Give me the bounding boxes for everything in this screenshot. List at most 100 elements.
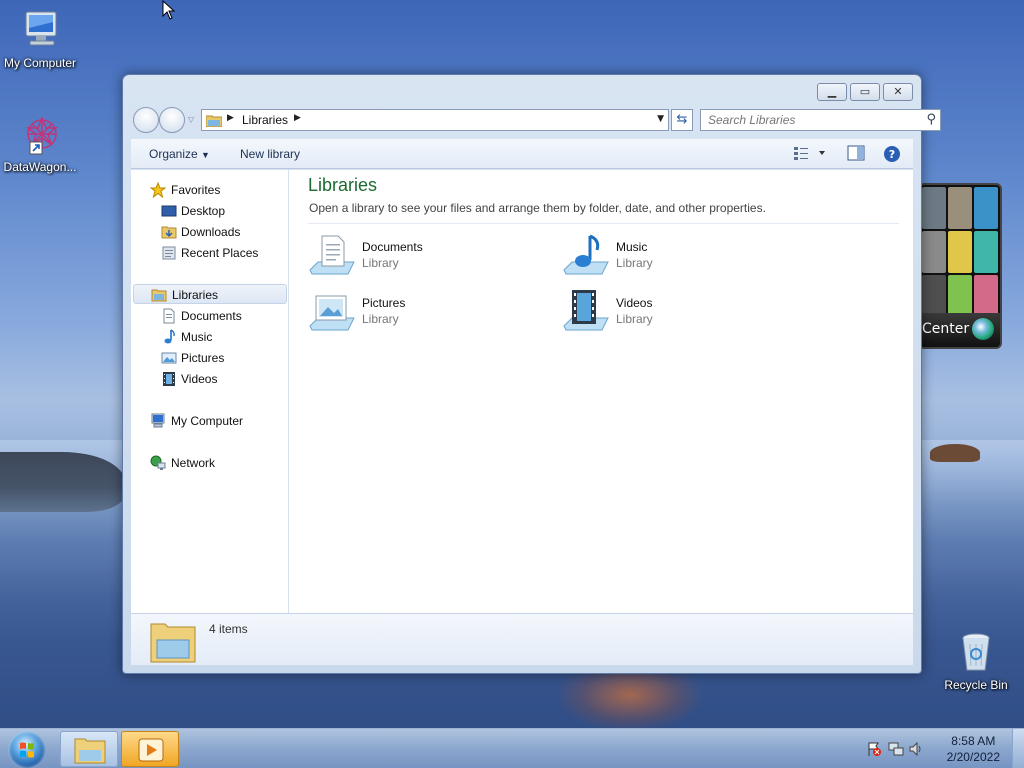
library-name: Music [616, 240, 648, 254]
nav-item-recent-places[interactable]: Recent Places [131, 243, 287, 263]
nav-label: Pictures [181, 351, 225, 365]
view-options-icon [794, 147, 825, 160]
search-input[interactable] [701, 110, 911, 130]
library-item-documents[interactable]: Documents Library [308, 232, 528, 282]
nav-label: Libraries [172, 288, 219, 302]
library-item-music[interactable]: Music Library [562, 232, 782, 282]
mouse-cursor-icon [162, 0, 176, 20]
nav-item-libraries[interactable]: Libraries [133, 284, 287, 304]
libraries-large-icon [149, 618, 197, 667]
nav-item-network[interactable]: Network [131, 453, 287, 473]
library-item-videos[interactable]: Videos Library [562, 288, 782, 338]
desktop-icon-datawagon[interactable]: DataWagon... [0, 112, 80, 174]
library-item-pictures[interactable]: Pictures Library [308, 288, 528, 338]
change-view-button[interactable] [793, 145, 827, 164]
start-button[interactable] [8, 731, 46, 768]
nav-label: Documents [181, 309, 242, 323]
address-row: ▽ ▶ Libraries ▶ ▼ ⇆ ⚲ [131, 107, 941, 133]
details-pane: 4 items [131, 613, 913, 665]
nav-label: Desktop [181, 204, 226, 218]
gadget-tile [948, 231, 972, 273]
libraries-folder-icon [205, 114, 223, 128]
show-desktop-button[interactable] [1012, 729, 1024, 768]
library-name: Documents [362, 240, 423, 254]
help-button[interactable]: ? [883, 145, 901, 166]
nav-item-desktop[interactable]: Desktop [131, 201, 287, 221]
chevron-down-icon: ▼ [201, 150, 210, 160]
recent-places-icon [161, 245, 177, 261]
header-divider [308, 223, 899, 224]
nav-item-music[interactable]: Music [131, 327, 287, 347]
downloads-folder-icon [161, 224, 177, 240]
taskbar: 8:58 AM 2/20/2022 [0, 728, 1024, 768]
gadget-tile [974, 275, 998, 317]
gadget-tile [974, 231, 998, 273]
content-pane: Libraries Open a library to see your fil… [290, 170, 913, 613]
nav-item-videos[interactable]: Videos [131, 369, 287, 389]
recent-pages-dropdown-icon[interactable]: ▽ [188, 115, 194, 124]
notification-area: 8:58 AM 2/20/2022 [854, 729, 1024, 768]
nav-label: Network [171, 456, 216, 470]
desktop-icon-recycle-bin[interactable]: Recycle Bin [936, 630, 1016, 692]
explorer-body: Favorites Desktop Downloads Recent Place… [131, 170, 913, 613]
refresh-button[interactable]: ⇆ [671, 109, 693, 131]
command-bar: Organize ▼ New library ? [131, 139, 913, 169]
explorer-folder-icon [74, 738, 106, 764]
new-library-button[interactable]: New library [240, 147, 300, 161]
documents-icon [161, 308, 177, 324]
clock-date: 2/20/2022 [946, 750, 1000, 764]
forward-button[interactable] [159, 107, 185, 133]
gadget-tile [922, 231, 946, 273]
volume-icon[interactable] [908, 741, 924, 757]
media-center-gadget[interactable]: Center [918, 183, 1002, 349]
back-button[interactable] [133, 107, 159, 133]
breadcrumb-arrow-icon[interactable]: ▶ [294, 113, 301, 123]
network-tray-icon[interactable] [888, 741, 904, 757]
library-kind: Library [616, 256, 653, 270]
gadget-label: Center [922, 321, 970, 337]
nav-item-my-computer[interactable]: My Computer [131, 411, 287, 431]
nav-label: Recent Places [181, 246, 259, 260]
search-box[interactable]: ⚲ [700, 109, 941, 131]
desktop-icon-label: My Computer [3, 56, 77, 70]
search-icon[interactable]: ⚲ [926, 112, 936, 127]
videos-library-icon [562, 288, 610, 336]
page-title: Libraries [308, 175, 378, 195]
nav-item-pictures[interactable]: Pictures [131, 348, 287, 368]
nav-item-documents[interactable]: Documents [131, 306, 287, 326]
desktop-icon-my-computer[interactable]: My Computer [0, 8, 80, 70]
explorer-window[interactable]: ▁ ▭ ✕ ▽ ▶ Libraries ▶ ▼ ⇆ ⚲ Organize ▼ N… [122, 74, 941, 674]
breadcrumb-libraries[interactable]: Libraries [242, 113, 288, 127]
address-history-dropdown-icon[interactable]: ▼ [657, 114, 664, 124]
navigation-pane[interactable]: Favorites Desktop Downloads Recent Place… [131, 170, 289, 613]
svg-text:?: ? [889, 148, 895, 161]
taskbar-explorer-button[interactable] [60, 731, 118, 767]
minimize-button[interactable]: ▁ [817, 83, 847, 101]
nav-label: Downloads [181, 225, 241, 239]
gadget-label-bar: Center [920, 313, 1000, 347]
breadcrumb-arrow-icon[interactable]: ▶ [227, 113, 234, 123]
organize-button[interactable]: Organize ▼ [149, 147, 210, 161]
close-icon: ✕ [893, 85, 903, 98]
wallpaper-rocks-right [930, 444, 980, 462]
datawagon-shortcut-icon [18, 112, 62, 156]
star-icon [149, 181, 167, 199]
preview-pane-button[interactable] [847, 145, 865, 164]
system-clock[interactable]: 8:58 AM 2/20/2022 [947, 733, 1000, 765]
maximize-button[interactable]: ▭ [850, 83, 880, 101]
nav-item-favorites[interactable]: Favorites [131, 180, 287, 200]
library-name: Pictures [362, 296, 406, 310]
pictures-icon [161, 350, 177, 366]
help-icon: ? [884, 146, 900, 162]
address-bar[interactable]: ▶ Libraries ▶ ▼ [201, 109, 669, 131]
desktop-icon-label: Recycle Bin [944, 678, 1008, 692]
library-kind: Library [362, 256, 399, 270]
taskbar-media-player-button[interactable] [121, 731, 179, 767]
nav-label: Favorites [171, 183, 221, 197]
desktop-icon [161, 203, 177, 219]
desktop-icon-label: DataWagon... [3, 160, 77, 174]
action-center-flag-icon[interactable] [866, 741, 882, 757]
nav-item-downloads[interactable]: Downloads [131, 222, 287, 242]
close-button[interactable]: ✕ [883, 83, 913, 101]
preview-pane-icon [847, 145, 865, 161]
